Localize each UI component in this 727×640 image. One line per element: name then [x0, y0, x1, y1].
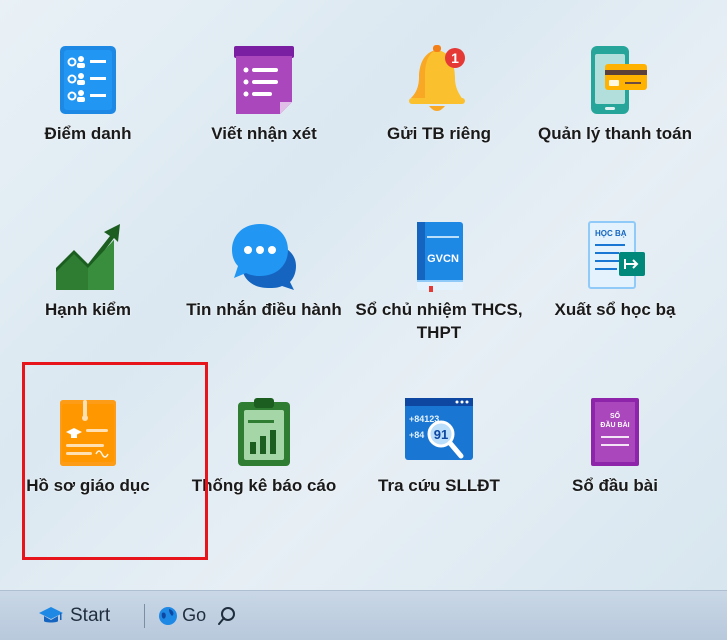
doc-title: HỌC BẠ [595, 229, 627, 238]
tile-so-chu-nhiem[interactable]: GVCN Sổ chủ nhiệm THCS, THPT [354, 220, 524, 344]
taskbar-divider [144, 603, 146, 628]
selection-highlight-box [22, 362, 208, 560]
tile-label: Quản lý thanh toán [538, 124, 692, 143]
taskbar: Start Go [0, 590, 727, 640]
search-icon [218, 606, 236, 625]
tile-label: Sổ đầu bài [572, 476, 658, 495]
zoom-number: 91 [434, 427, 448, 442]
book-label: GVCN [427, 253, 459, 265]
tile-hanh-kiem[interactable]: Hạnh kiểm [3, 220, 173, 321]
book-title-top: SỔ [610, 411, 621, 420]
tile-label: Xuất sổ học bạ [554, 300, 676, 319]
search-button[interactable] [216, 605, 238, 627]
tile-diem-danh[interactable]: Điểm danh [3, 44, 173, 145]
tile-xuat-so-hoc-ba[interactable]: HỌC BẠ Xuất sổ học bạ [530, 220, 700, 321]
tile-so-dau-bai[interactable]: SỔ ĐẦU BÀI Sổ đầu bài [530, 396, 700, 497]
go-globe-icon [159, 606, 178, 625]
growth-chart-icon [56, 224, 120, 290]
notification-bell-icon: 1 [409, 45, 465, 111]
go-button[interactable]: Go [157, 605, 206, 627]
clipboard-chart-icon [238, 398, 290, 466]
so-dau-bai-book-icon: SỔ ĐẦU BÀI [591, 398, 639, 466]
attendance-list-icon [60, 46, 116, 114]
tile-label: Tra cứu SLLĐT [378, 476, 500, 495]
notification-badge: 1 [451, 50, 459, 66]
payment-phone-card-icon [591, 46, 647, 114]
tile-label: Điểm danh [44, 124, 132, 143]
tile-label: Tin nhắn điều hành [186, 300, 342, 319]
tile-quan-ly-thanh-toan[interactable]: Quản lý thanh toán [530, 44, 700, 145]
tile-label: Viết nhận xét [211, 124, 317, 143]
desktop: Điểm danh Viết nhận xét 1 Gửi TB riêng Q… [0, 0, 727, 590]
tile-label: Sổ chủ nhiệm THCS, THPT [355, 300, 523, 342]
gvcn-book-icon: GVCN [417, 222, 463, 292]
hoc-ba-export-icon: HỌC BẠ [588, 221, 645, 289]
go-label: Go [182, 605, 207, 625]
tile-viet-nhan-xet[interactable]: Viết nhận xét [179, 44, 349, 145]
start-label: Start [70, 604, 111, 626]
start-button[interactable]: Start [38, 605, 110, 627]
phone-number-text-2: +84 [409, 430, 424, 440]
tile-label: Hạnh kiểm [45, 300, 131, 319]
graduation-cap-icon [39, 606, 63, 622]
chat-bubbles-icon [232, 224, 296, 290]
tile-tin-nhan-dieu-hanh[interactable]: Tin nhắn điều hành [179, 220, 349, 321]
tile-tra-cuu-slldt[interactable]: +84123 +84 91 Tra cứu SLLĐT [354, 396, 524, 497]
phone-lookup-icon: +84123 +84 91 [405, 398, 473, 460]
tile-label: Gửi TB riêng [387, 124, 491, 143]
comment-note-icon [234, 46, 294, 114]
tile-gui-tb-rieng[interactable]: 1 Gửi TB riêng [354, 44, 524, 145]
